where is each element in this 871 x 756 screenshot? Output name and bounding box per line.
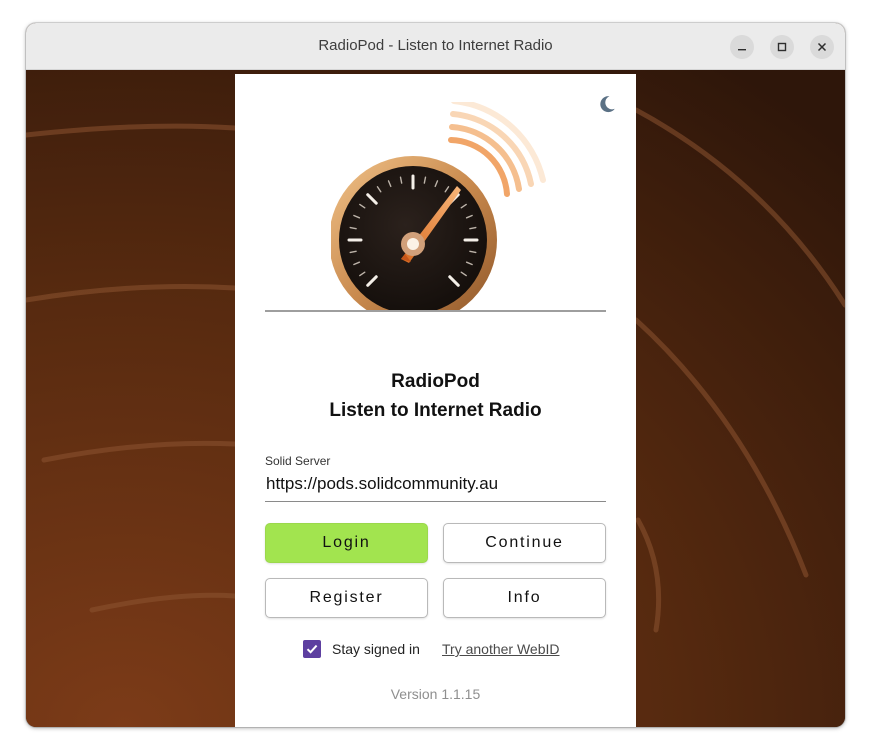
minimize-icon [738, 49, 746, 51]
app-name: RadioPod [391, 371, 480, 392]
server-label: Solid Server [265, 454, 331, 468]
server-input[interactable] [265, 467, 606, 502]
login-card: RadioPod Listen to Internet Radio Solid … [235, 74, 636, 727]
login-button[interactable]: Login [265, 523, 428, 563]
stay-signed-in-checkbox[interactable] [303, 640, 321, 658]
checkmark-icon [306, 644, 318, 654]
register-button[interactable]: Register [265, 578, 428, 618]
maximize-icon [777, 42, 787, 52]
info-button[interactable]: Info [443, 578, 606, 618]
maximize-button[interactable] [770, 35, 794, 59]
close-button[interactable] [810, 35, 834, 59]
app-window: RadioPod - Listen to Internet Radio Radi… [26, 23, 845, 727]
version-text: Version 1.1.15 [390, 686, 481, 702]
minimize-button[interactable] [730, 35, 754, 59]
stay-signed-in-label: Stay signed in [332, 641, 420, 657]
try-another-webid-link[interactable]: Try another WebID [442, 640, 560, 658]
title-bar[interactable]: RadioPod - Listen to Internet Radio [26, 23, 845, 70]
logo-divider [265, 310, 606, 312]
moon-icon[interactable] [596, 93, 618, 115]
app-subtitle: Listen to Internet Radio [329, 400, 542, 421]
window-title: RadioPod - Listen to Internet Radio [318, 37, 553, 54]
continue-button[interactable]: Continue [443, 523, 606, 563]
radio-gauge-logo [331, 102, 546, 312]
close-icon [817, 42, 827, 52]
